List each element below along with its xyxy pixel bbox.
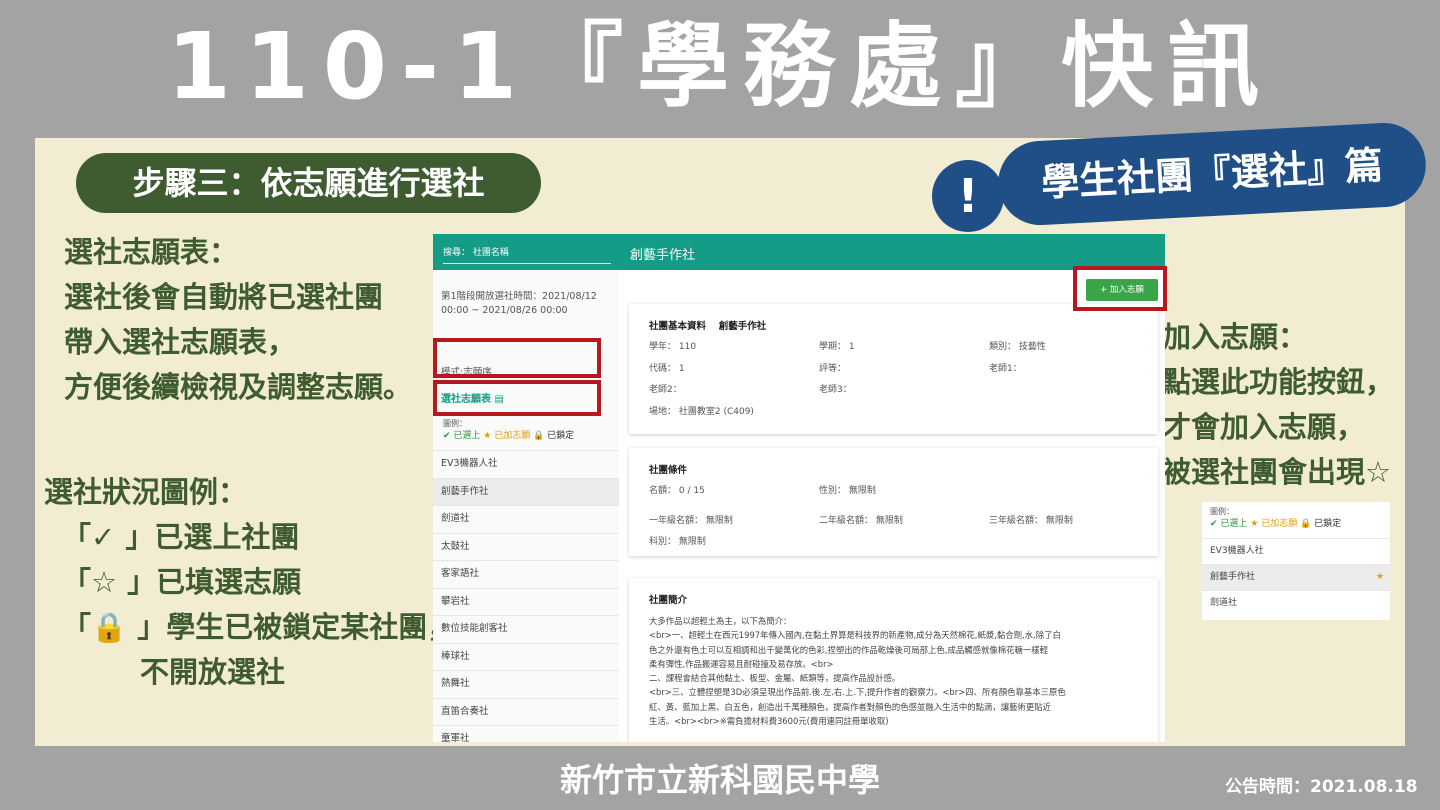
intro-line: <br>三、立體捏塑是3D必須呈現出作品前.後.左.右.上.下,提升作者的觀察力… bbox=[649, 687, 1066, 698]
note-line: 「☆ 」已填選志願 bbox=[62, 565, 302, 599]
highlight-add-button bbox=[1073, 266, 1167, 311]
intro-text: 大多作品以超輕土為主，以下為簡介： <br>一、超輕土在西元1997年傳入國內,在… bbox=[649, 614, 1143, 728]
list-item[interactable]: 數位技能創客社 bbox=[433, 615, 619, 643]
wished-legend: ★ 已加志願 bbox=[1250, 519, 1298, 529]
list-item[interactable]: EV3機器人社 bbox=[1202, 538, 1390, 564]
field-quota: 名額： 0 / 15 bbox=[649, 486, 705, 496]
note-line: 被選社團會出現☆ bbox=[1162, 455, 1391, 489]
note-line: 才會加入志願， bbox=[1162, 410, 1366, 444]
field-grade2-quota: 二年級名額： 無限制 bbox=[819, 516, 903, 526]
step-label: 步驟三：依志願進行選社 bbox=[76, 153, 541, 213]
intro-line: 生活。<br><br>※需負擔材料費3600元(費用連同註冊單收取) bbox=[649, 716, 889, 727]
list-item[interactable]: 客家語社 bbox=[433, 560, 619, 588]
basic-info-card: 社團基本資料 創藝手作社 學年： 110 學期： 1 類別： 技藝性 代碼： 1… bbox=[629, 304, 1158, 434]
system-header: 搜尋： 社團名稱 創藝手作社 bbox=[433, 234, 1165, 270]
note-line: 選社後會自動將已選社團 bbox=[64, 280, 384, 314]
legend-note: 選社狀況圖例： 「✓ 」已選上社團 「☆ 」已填選志願 「🔒 」學生已被鎖定某社… bbox=[44, 470, 456, 695]
header-club-title: 創藝手作社 bbox=[630, 248, 696, 263]
field-teacher3: 老師3： bbox=[819, 385, 852, 395]
field-rating: 評等： bbox=[819, 364, 847, 374]
intro-line: 大多作品以超輕土為主，以下為簡介： bbox=[649, 616, 792, 626]
list-item[interactable]: EV3機器人社 bbox=[433, 450, 619, 478]
add-wish-note: 加入志願： 點選此功能按鈕， 才會加入志願， 被選社團會出現☆ bbox=[1162, 315, 1394, 495]
page-title: 110-1『學務處』快訊 bbox=[166, 13, 1274, 120]
note-title: 選社狀況圖例： bbox=[44, 475, 248, 509]
field-grade1-quota: 一年級名額： 無限制 bbox=[649, 516, 733, 526]
selected-legend: ✔ 已選上 bbox=[1210, 519, 1248, 529]
list-item[interactable]: 棒球社 bbox=[433, 642, 619, 671]
field-teacher2: 老師2： bbox=[649, 385, 682, 395]
wishlist-note: 選社志願表： 選社後會自動將已選社團 帶入選社志願表， 方便後續檢視及調整志願。 bbox=[64, 230, 412, 410]
selection-period: 第1階段開放選社時間：2021/08/12 00:00 ~ 2021/08/26… bbox=[441, 291, 597, 316]
intro-line: 紅、黃、藍加上黑、白五色，創造出千萬種顏色，提高作者對顏色的色感並融入生活中的點… bbox=[649, 701, 1051, 712]
note-line: 方便後續檢視及調整志願。 bbox=[64, 370, 413, 404]
legend-label: 圖例： bbox=[1210, 507, 1234, 516]
intro-card: 社團簡介 大多作品以超輕土為主，以下為簡介： <br>一、超輕土在西元1997年傳… bbox=[629, 578, 1158, 742]
list-item[interactable]: 創藝手作社 ★ bbox=[1202, 564, 1390, 590]
field-year: 學年： 110 bbox=[649, 342, 697, 352]
note-line: 加入志願： bbox=[1162, 320, 1308, 354]
intro-line: 二、課程會結合其他黏土、板型、金屬、紙類等，提高作品設計感。 bbox=[649, 673, 901, 684]
note-line: 「✓ 」已選上社團 bbox=[62, 520, 300, 554]
field-gender: 性別： 無限制 bbox=[819, 486, 876, 496]
intro-line: 色之外還有色土可以互相調和出千變萬化的色彩,捏塑出的作品乾燥後可局部上色,成品觸… bbox=[649, 644, 1048, 655]
field-category: 類別： 技藝性 bbox=[989, 342, 1046, 352]
wished-legend: ★ 已加志願 bbox=[483, 431, 531, 441]
school-name: 新竹市立新科國民中學 bbox=[559, 761, 880, 799]
list-item[interactable]: 劍道社 bbox=[433, 505, 619, 533]
note-line: 點選此功能按鈕， bbox=[1162, 365, 1395, 399]
card-title: 社團簡介 bbox=[649, 595, 688, 606]
field-grade3-quota: 三年級名額： 無限制 bbox=[989, 516, 1073, 526]
note-line: 不開放選社 bbox=[140, 655, 286, 689]
status-legend: ✔ 已選上 ★ 已加志願 🔒 已鎖定 bbox=[443, 430, 574, 442]
field-venue: 場地： 社團教室2 (C409) bbox=[649, 407, 754, 417]
list-item[interactable]: 劍道社 bbox=[1202, 590, 1390, 616]
locked-legend: 🔒 已鎖定 bbox=[533, 431, 575, 441]
club-list: EV3機器人社 創藝手作社 ★ 劍道社 bbox=[1202, 538, 1390, 616]
field-code: 代碼： 1 bbox=[649, 364, 685, 374]
intro-line: <br>一、超輕土在西元1997年傳入國內,在黏土界算是科技界的新產物,成分為天… bbox=[649, 630, 1061, 641]
exclamation-icon: ! bbox=[932, 160, 1004, 232]
list-item[interactable]: 攀岩社 bbox=[433, 587, 619, 616]
club-name: 創藝手作社 bbox=[1210, 572, 1256, 582]
card-title: 社團基本資料 創藝手作社 bbox=[649, 321, 767, 332]
selected-legend: ✔ 已選上 bbox=[443, 431, 481, 441]
conditions-card: 社團條件 名額： 0 / 15 性別： 無限制 一年級名額： 無限制 二年級名額… bbox=[629, 448, 1158, 556]
note-line: 「🔒 」學生已被鎖定某社團， bbox=[62, 610, 457, 644]
search-input[interactable]: 搜尋： 社團名稱 bbox=[443, 245, 611, 264]
list-item[interactable]: 創藝手作社 bbox=[433, 477, 619, 505]
list-item[interactable]: 直笛合奏社 bbox=[433, 697, 619, 726]
announce-date: 公告時間：2021.08.18 bbox=[1225, 777, 1418, 797]
locked-legend: 🔒 已鎖定 bbox=[1300, 519, 1342, 529]
mini-legend-panel: 圖例： ✔ 已選上 ★ 已加志願 🔒 已鎖定 EV3機器人社 創藝手作社 ★ 劍… bbox=[1202, 502, 1390, 620]
club-list: EV3機器人社 創藝手作社 劍道社 太鼓社 客家語社 攀岩社 數位技能創客社 棒球社 熱舞社 直笛… bbox=[433, 450, 619, 742]
field-semester: 學期： 1 bbox=[819, 342, 855, 352]
club-system-screenshot: 搜尋： 社團名稱 創藝手作社 第1階段開放選社時間：2021/08/12 00:… bbox=[433, 234, 1165, 742]
field-teacher1: 老師1： bbox=[989, 364, 1022, 374]
legend-label: 圖例： bbox=[443, 419, 467, 428]
star-icon: ★ bbox=[1375, 572, 1384, 582]
list-item[interactable]: 童軍社 bbox=[433, 725, 619, 742]
list-item[interactable]: 熱舞社 bbox=[433, 670, 619, 698]
highlight-legend bbox=[433, 380, 601, 416]
note-line: 帶入選社志願表， bbox=[64, 325, 297, 359]
highlight-wishlist bbox=[433, 338, 601, 378]
status-legend: ✔ 已選上 ★ 已加志願 🔒 已鎖定 bbox=[1210, 518, 1341, 530]
field-department: 科別： 無限制 bbox=[649, 537, 706, 547]
note-line: 選社志願表： bbox=[64, 235, 239, 269]
card-title: 社團條件 bbox=[649, 465, 688, 476]
list-item[interactable]: 太鼓社 bbox=[433, 532, 619, 561]
intro-line: 柔有彈性,作品搬運容易且耐碰撞及易存放。<br> bbox=[649, 658, 834, 669]
